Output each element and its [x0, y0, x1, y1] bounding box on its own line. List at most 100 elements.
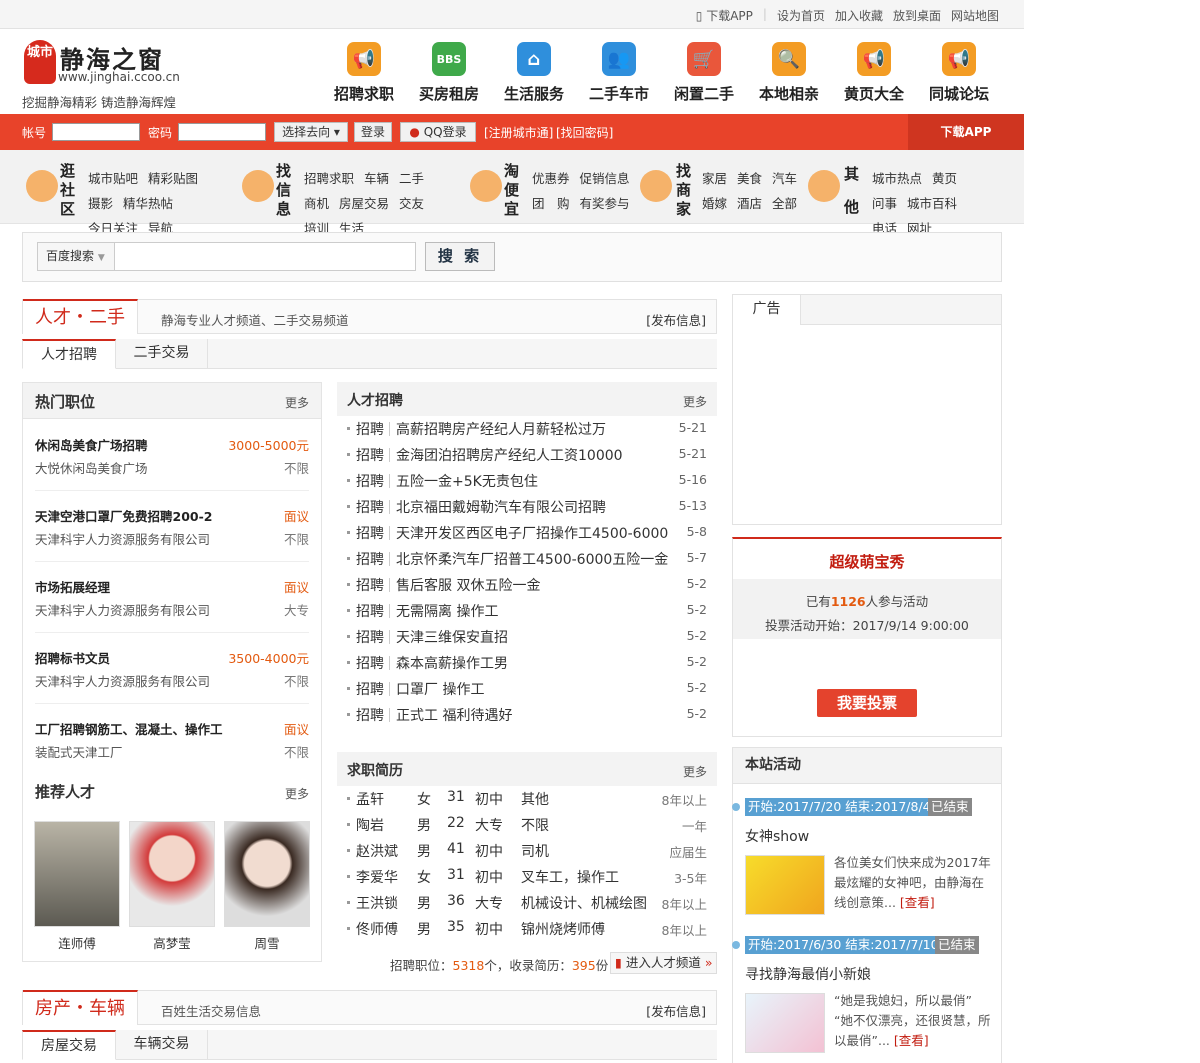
- recruit-tag[interactable]: 招聘: [356, 497, 384, 517]
- recruit-title[interactable]: 口罩厂 操作工: [396, 679, 484, 699]
- recruit-tag[interactable]: 招聘: [356, 549, 384, 569]
- recruit-tag[interactable]: 招聘: [356, 601, 384, 621]
- resume-name[interactable]: 王洪锁: [356, 893, 398, 913]
- resume-row[interactable]: 王洪锁 男 36 大专 机械设计、机械绘图 8年以上: [347, 890, 707, 916]
- recruit-row[interactable]: 招聘 口罩厂 操作工 5-2: [347, 676, 707, 702]
- login-button[interactable]: 登录: [354, 122, 392, 142]
- nav-services[interactable]: ⌂ 生活服务: [494, 42, 574, 104]
- search-engine-select[interactable]: 百度搜索 ▼: [37, 242, 115, 271]
- resume-row[interactable]: 陶岩 男 22 大专 不限 一年: [347, 812, 707, 838]
- channel-link[interactable]: 商机: [304, 191, 329, 216]
- recruit-title[interactable]: 天津三维保安直招: [396, 627, 508, 647]
- resume-row[interactable]: 佟师傅 男 35 初中 锦州烧烤师傅 8年以上: [347, 916, 707, 942]
- channel-link[interactable]: 房屋交易: [339, 191, 389, 216]
- nav-yellowpages[interactable]: 📢 黄页大全: [834, 42, 914, 104]
- tab-house-trade[interactable]: 房屋交易: [22, 1030, 116, 1060]
- add-favorite-link[interactable]: 加入收藏: [830, 7, 888, 24]
- activity-image[interactable]: [745, 855, 825, 915]
- resume-row[interactable]: 赵洪斌 男 41 初中 司机 应届生: [347, 838, 707, 864]
- channel-link[interactable]: 酒店: [737, 191, 762, 216]
- recruit-row[interactable]: 招聘 金海团泊招聘房产经纪人工资10000 5-21: [347, 442, 707, 468]
- job-title[interactable]: 工厂招聘钢筋工、混凝土、操作工: [35, 719, 223, 738]
- nav-forum[interactable]: 📢 同城论坛: [919, 42, 999, 104]
- resume-name[interactable]: 佟师傅: [356, 919, 398, 939]
- recruit-title[interactable]: 无需隔离 操作工: [396, 601, 498, 621]
- channel-link[interactable]: 促销信息: [580, 166, 630, 191]
- recruit-title[interactable]: 北京福田戴姆勒汽车有限公司招聘: [396, 497, 606, 517]
- channel-link[interactable]: 摄影: [88, 191, 113, 216]
- channel-link[interactable]: 交友: [399, 191, 424, 216]
- resume-name[interactable]: 孟轩: [356, 789, 384, 809]
- channel-link[interactable]: 黄页: [932, 166, 957, 191]
- talent-name[interactable]: 连师傅: [34, 933, 120, 952]
- channel-link[interactable]: 问事: [872, 191, 897, 216]
- search-button[interactable]: 搜 索: [425, 242, 495, 271]
- channel-link[interactable]: 团 购: [532, 191, 570, 216]
- resume-name[interactable]: 陶岩: [356, 815, 384, 835]
- job-title[interactable]: 天津空港口罩厂免费招聘200-2: [35, 506, 212, 525]
- talent-name[interactable]: 周雪: [224, 933, 310, 952]
- more-link[interactable]: 更多: [683, 393, 707, 410]
- password-input[interactable]: [178, 123, 266, 141]
- recruit-row[interactable]: 招聘 无需隔离 操作工 5-2: [347, 598, 707, 624]
- register-link[interactable]: [注册城市通]: [484, 124, 553, 141]
- save-to-desktop-link[interactable]: 放到桌面: [888, 7, 946, 24]
- vote-button[interactable]: 我要投票: [817, 689, 917, 717]
- recruit-tag[interactable]: 招聘: [356, 679, 384, 699]
- sitemap-link[interactable]: 网站地图: [946, 7, 1004, 24]
- resume-row[interactable]: 李爱华 女 31 初中 叉车工，操作工 3-5年: [347, 864, 707, 890]
- recruit-title[interactable]: 天津开发区西区电子厂招操作工4500-6000: [396, 523, 668, 543]
- talent-name[interactable]: 高梦莹: [129, 933, 215, 952]
- talent-card[interactable]: 高梦莹: [129, 821, 215, 952]
- job-title[interactable]: 招聘标书文员: [35, 648, 110, 667]
- recruit-title[interactable]: 森本高薪操作工男: [396, 653, 508, 673]
- recruit-row[interactable]: 招聘 高薪招聘房产经纪人月薪轻松过万 5-21: [347, 416, 707, 442]
- recruit-title[interactable]: 五险一金+5K无责包住: [396, 471, 538, 491]
- site-logo[interactable]: 城市 静海之窗 www.jinghai.ccoo.cn 挖掘静海精彩 铸造静海辉…: [22, 40, 184, 110]
- recruit-row[interactable]: 招聘 天津三维保安直招 5-2: [347, 624, 707, 650]
- qq-login-button[interactable]: ● QQ登录: [400, 122, 476, 142]
- recruit-row[interactable]: 招聘 天津开发区西区电子厂招操作工4500-6000 5-8: [347, 520, 707, 546]
- activity-title[interactable]: 寻找静海最俏小新娘: [745, 964, 871, 984]
- job-title[interactable]: 休闲岛美食广场招聘: [35, 435, 148, 454]
- vote-title[interactable]: 超级萌宝秀: [733, 551, 1001, 572]
- channel-link[interactable]: 城市贴吧: [88, 166, 138, 191]
- set-homepage-link[interactable]: 设为首页: [772, 7, 830, 24]
- channel-link[interactable]: 精彩贴图: [148, 166, 198, 191]
- account-input[interactable]: [52, 123, 140, 141]
- publish-link[interactable]: [发布信息]: [646, 310, 706, 329]
- recruit-row[interactable]: 招聘 森本高薪操作工男 5-2: [347, 650, 707, 676]
- nav-secondhand[interactable]: 🛒 闲置二手: [664, 42, 744, 104]
- recruit-title[interactable]: 北京怀柔汽车厂招普工4500-6000五险一金: [396, 549, 668, 569]
- recruit-tag[interactable]: 招聘: [356, 523, 384, 543]
- channel-link[interactable]: 汽车: [772, 166, 797, 191]
- activity-image[interactable]: [745, 993, 825, 1053]
- recruit-tag[interactable]: 招聘: [356, 705, 384, 725]
- nav-jobs[interactable]: 📢 招聘求职: [324, 42, 404, 104]
- recruit-row[interactable]: 招聘 五险一金+5K无责包住 5-16: [347, 468, 707, 494]
- channel-link[interactable]: 全部: [772, 191, 797, 216]
- channel-link[interactable]: 婚嫁: [702, 191, 727, 216]
- download-app-button[interactable]: 下载APP: [908, 114, 1024, 150]
- publish-link[interactable]: [发布信息]: [646, 1001, 706, 1020]
- job-item[interactable]: 招聘标书文员 3500-4000元 天津科宇人力资源服务有限公司 不限: [35, 633, 309, 704]
- channel-link[interactable]: 优惠券: [532, 166, 570, 191]
- job-item[interactable]: 天津空港口罩厂免费招聘200-2 面议 天津科宇人力资源服务有限公司 不限: [35, 491, 309, 562]
- view-link[interactable]: [查看]: [894, 1033, 929, 1048]
- job-item[interactable]: 工厂招聘钢筋工、混凝土、操作工 面议 装配式天津工厂 不限: [35, 704, 309, 775]
- channel-link[interactable]: 美食: [737, 166, 762, 191]
- recruit-tag[interactable]: 招聘: [356, 445, 384, 465]
- recruit-row[interactable]: 招聘 北京福田戴姆勒汽车有限公司招聘 5-13: [347, 494, 707, 520]
- resume-name[interactable]: 李爱华: [356, 867, 398, 887]
- view-link[interactable]: [查看]: [900, 895, 935, 910]
- channel-link[interactable]: 家居: [702, 166, 727, 191]
- more-link[interactable]: 更多: [683, 763, 707, 780]
- recruit-tag[interactable]: 招聘: [356, 419, 384, 439]
- search-input[interactable]: [114, 242, 416, 271]
- resume-row[interactable]: 孟轩 女 31 初中 其他 8年以上: [347, 786, 707, 812]
- recruit-row[interactable]: 招聘 正式工 福利待遇好 5-2: [347, 702, 707, 728]
- channel-link[interactable]: 二手: [399, 166, 424, 191]
- nav-housing[interactable]: BBS 买房租房: [409, 42, 489, 104]
- channel-link[interactable]: 城市百科: [907, 191, 957, 216]
- talent-card[interactable]: 连师傅: [34, 821, 120, 952]
